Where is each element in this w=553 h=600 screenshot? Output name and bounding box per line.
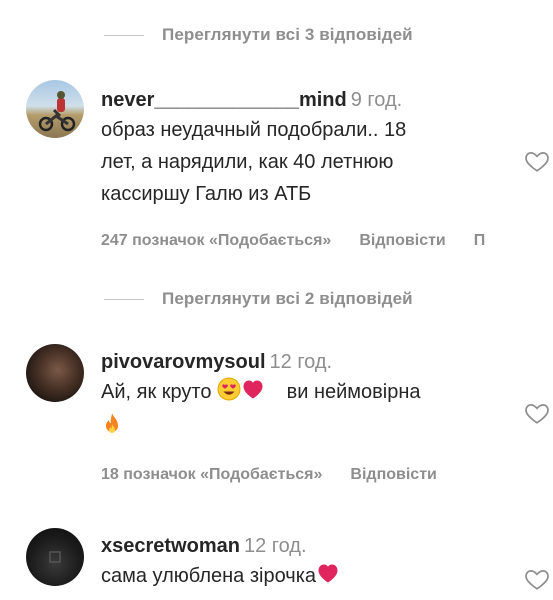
view-replies-label: Переглянути всі 3 відповідей: [162, 25, 413, 44]
red-heart-emoji-icon: [316, 561, 340, 595]
comment-text: Ай, як круто ви неймовірна: [101, 376, 513, 446]
comment-text-part: сама улюблена зірочка: [101, 565, 317, 587]
comment-text-part: Ай, як круто: [101, 381, 212, 403]
heart-outline-icon[interactable]: [523, 566, 551, 592]
heart-outline-icon[interactable]: [523, 400, 551, 426]
timestamp[interactable]: 12 год.: [244, 535, 307, 557]
username[interactable]: xsecretwoman: [101, 535, 240, 557]
avatar[interactable]: [26, 528, 84, 586]
view-replies-label: Переглянути всі 2 відповідей: [162, 289, 413, 308]
comment-actions: 18 позначок «Подобається» Відповісти: [101, 466, 437, 484]
divider-line: [104, 298, 144, 300]
divider-line: [104, 34, 144, 36]
comment-text-line: образ неудачный подобрали.. 18: [101, 119, 407, 141]
reply-button[interactable]: Відповісти: [350, 466, 436, 484]
avatar[interactable]: [26, 344, 84, 402]
comment-text: сама улюблена зірочка: [101, 560, 513, 595]
comment-header: xsecretwoman 12 год.: [101, 532, 513, 560]
timestamp[interactable]: 9 год.: [351, 89, 402, 111]
comment-header: pivovarovmysoul 12 год.: [101, 348, 513, 376]
view-replies-button[interactable]: Переглянути всі 3 відповідей: [104, 20, 413, 50]
red-heart-emoji-icon: [241, 377, 265, 411]
more-link[interactable]: П: [474, 232, 486, 250]
comment-actions: 247 позначок «Подобається» Відповісти П: [101, 232, 485, 250]
comment-text-part: ви неймовірна: [286, 381, 421, 403]
heart-outline-icon[interactable]: [523, 148, 551, 174]
view-replies-button[interactable]: Переглянути всі 2 відповідей: [104, 284, 413, 314]
avatar-photo-icon: [49, 551, 61, 563]
username[interactable]: never_____________mind: [101, 89, 347, 111]
comment-text: образ неудачный подобрали.. 18 лет, а на…: [101, 114, 513, 210]
comment-text-line: кассиршу Галю из АТБ: [101, 183, 312, 205]
likes-count[interactable]: 247 позначок «Подобається»: [101, 232, 331, 250]
heart-eyes-emoji-icon: [217, 377, 241, 411]
timestamp[interactable]: 12 год.: [270, 351, 333, 373]
comment-text-line: лет, а нарядили, как 40 летнюю: [101, 151, 394, 173]
avatar[interactable]: [26, 80, 84, 138]
fire-emoji-icon: [101, 412, 123, 446]
reply-button[interactable]: Відповісти: [359, 232, 445, 250]
likes-count[interactable]: 18 позначок «Подобається»: [101, 466, 322, 484]
motorbike-photo-icon: [38, 91, 76, 132]
comment-header: never_____________mind 9 год.: [101, 86, 513, 114]
username[interactable]: pivovarovmysoul: [101, 351, 266, 373]
